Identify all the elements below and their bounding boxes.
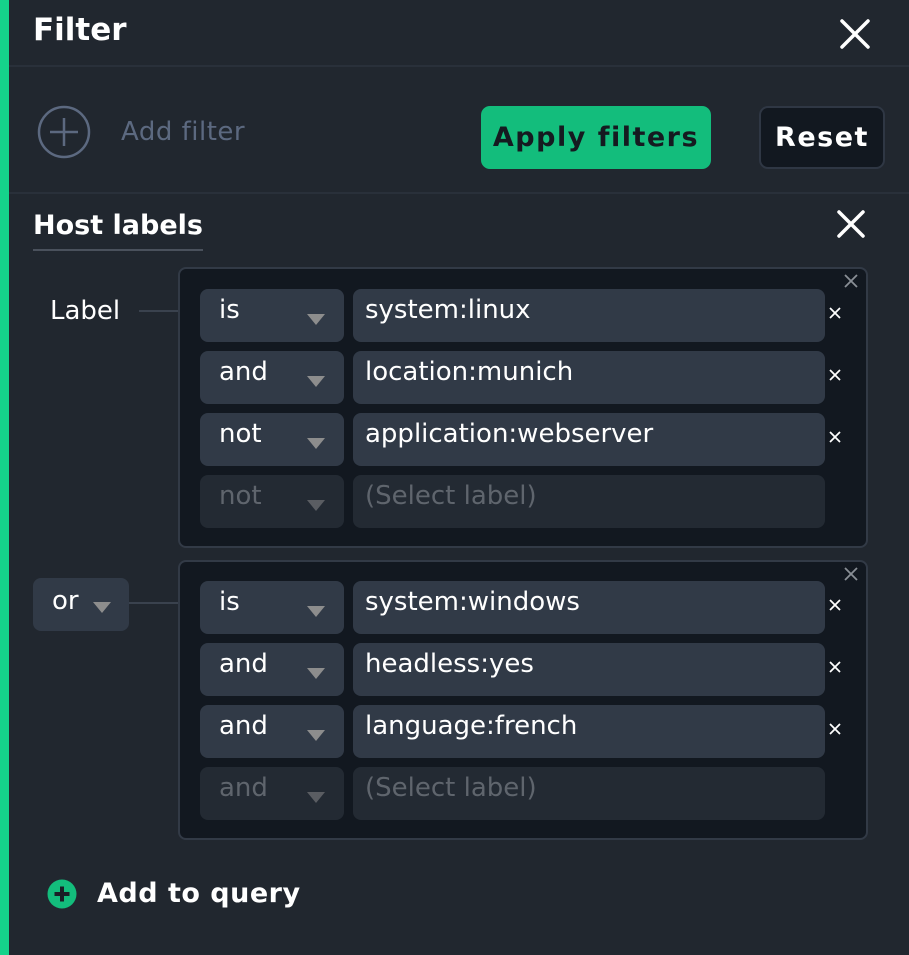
operator-value: and [219,649,268,679]
add-to-query-label: Add to query [97,878,301,909]
label-value-field[interactable]: language:french [353,705,825,758]
connector-line [129,602,179,604]
panel-title: Filter [33,12,127,48]
chevron-down-icon [307,500,325,511]
remove-condition-button[interactable] [828,597,842,616]
condition-row-empty: and (Select label) [200,767,860,820]
operator-select[interactable]: is [200,581,344,634]
operator-value: is [219,295,240,325]
chevron-down-icon [307,438,325,449]
operator-value: is [219,587,240,617]
label-value: application:webserver [365,419,654,449]
label-value-field[interactable]: location:munich [353,351,825,404]
add-filter-button[interactable]: Add filter [37,105,245,159]
label-value: system:linux [365,295,531,325]
close-icon [829,661,841,673]
operator-select[interactable]: and [200,351,344,404]
add-to-query-button[interactable]: Add to query [47,878,301,909]
chevron-down-icon [307,668,325,679]
remove-condition-button[interactable] [828,659,842,678]
condition-row-empty: not (Select label) [200,475,860,528]
label-value-field[interactable]: application:webserver [353,413,825,466]
chevron-down-icon [307,792,325,803]
remove-condition-button[interactable] [828,429,842,448]
remove-condition-button[interactable] [828,367,842,386]
condition-row: not application:webserver [200,413,860,466]
plus-circle-filled-icon [47,879,77,908]
chevron-down-icon [307,606,325,617]
operator-select[interactable]: and [200,643,344,696]
select-label-placeholder: (Select label) [365,773,537,803]
close-icon [829,369,841,381]
reset-button[interactable]: Reset [759,106,885,169]
remove-condition-button[interactable] [828,721,842,740]
filter-toolbar: Add filter Apply filters Reset [9,69,909,194]
section-title: Host labels [33,210,203,251]
operator-value: not [219,419,262,449]
label-value: location:munich [365,357,574,387]
condition-row: is system:linux [200,289,860,342]
label-group-1: is system:linux and location:munich not … [178,267,868,548]
operator-select[interactable]: not [200,413,344,466]
close-icon [840,19,870,49]
operator-select[interactable]: is [200,289,344,342]
select-label-field[interactable]: (Select label) [353,475,825,528]
label-value: headless:yes [365,649,534,679]
accent-bar [0,0,9,955]
chevron-down-icon [307,314,325,325]
chevron-down-icon [93,602,111,613]
chevron-down-icon [307,376,325,387]
apply-filters-button[interactable]: Apply filters [481,106,711,169]
plus-circle-icon [37,105,91,159]
condition-row: and location:munich [200,351,860,404]
remove-section-button[interactable] [836,209,866,239]
join-operator-select[interactable]: or [33,578,129,631]
operator-value: not [219,481,262,511]
label-value-field[interactable]: headless:yes [353,643,825,696]
label-value-field[interactable]: system:linux [353,289,825,342]
close-icon [829,723,841,735]
label-row-label: Label [50,296,121,326]
condition-row: is system:windows [200,581,860,634]
operator-value: and [219,357,268,387]
close-icon [837,210,865,238]
label-value-field[interactable]: system:windows [353,581,825,634]
label-value: language:french [365,711,578,741]
close-panel-button[interactable] [839,18,871,50]
condition-row: and language:french [200,705,860,758]
close-icon [844,567,858,581]
select-label-placeholder: (Select label) [365,481,537,511]
select-label-field[interactable]: (Select label) [353,767,825,820]
close-icon [829,599,841,611]
connector-line [139,310,179,312]
add-filter-label: Add filter [121,117,246,147]
label-value: system:windows [365,587,580,617]
operator-select[interactable]: and [200,767,344,820]
operator-value: and [219,711,268,741]
operator-value: and [219,773,268,803]
close-icon [829,431,841,443]
join-operator-value: or [52,586,79,616]
condition-row: and headless:yes [200,643,860,696]
operator-select[interactable]: and [200,705,344,758]
filter-header: Filter [9,0,909,67]
label-group-2: is system:windows and headless:yes and l… [178,560,868,840]
close-icon [844,274,858,288]
close-icon [829,307,841,319]
remove-condition-button[interactable] [828,305,842,324]
operator-select[interactable]: not [200,475,344,528]
chevron-down-icon [307,730,325,741]
